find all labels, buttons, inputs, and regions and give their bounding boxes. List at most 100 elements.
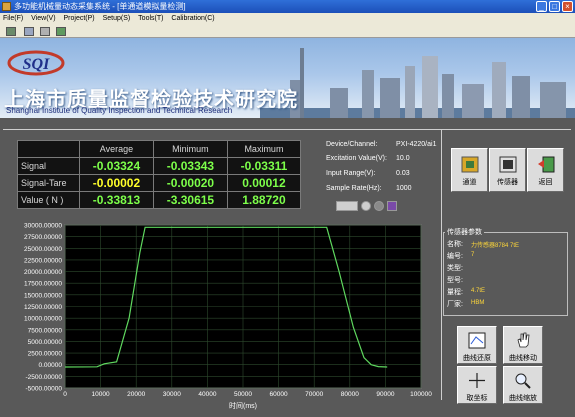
signal-icon[interactable] [336, 201, 358, 211]
sample-rate-label: Sample Rate(Hz): [326, 185, 382, 192]
banner-building [422, 56, 438, 118]
sample-rate-value: 1000 [396, 185, 412, 192]
channel-button-label: 通道 [462, 179, 477, 186]
x-tick-label: 60000 [270, 391, 288, 398]
x-tick-label: 50000 [234, 391, 252, 398]
signal-average: -0.03324 [79, 157, 154, 175]
channel-icon [461, 156, 478, 173]
banner-building [380, 78, 400, 118]
menu-view[interactable]: View(V) [28, 13, 58, 25]
device-channel-label: Device/Channel: [326, 141, 378, 148]
led-icon[interactable] [361, 201, 371, 211]
tare-maximum: 0.00012 [226, 174, 302, 192]
table-header: Minimum [152, 140, 228, 158]
main-window: 多功能机械量动态采集系统 - [单通道模拟量检测] _ □ × File(F) … [0, 0, 575, 417]
back-button[interactable]: 返回 [527, 148, 564, 192]
x-tick-label: 90000 [376, 391, 394, 398]
open-icon[interactable] [24, 27, 34, 36]
sensor-maker-label: 厂家: [447, 301, 463, 308]
table-header [17, 140, 80, 158]
y-tick-label: 0.00000 [39, 362, 63, 369]
close-button[interactable]: × [562, 1, 573, 12]
menu-calibration[interactable]: Calibration(C) [168, 13, 217, 25]
banner-building [330, 88, 348, 118]
y-tick-label: 2500.00000 [28, 351, 63, 358]
signal-minimum: -0.03343 [152, 157, 228, 175]
y-tick-label: 22500.00000 [24, 257, 62, 264]
maximize-button[interactable]: □ [549, 1, 560, 12]
sensor-id-value: 7 [471, 252, 475, 258]
palette-icon[interactable] [387, 201, 397, 211]
hand-icon [517, 332, 530, 348]
y-tick-label: 5000.00000 [28, 339, 63, 346]
banner-building [442, 74, 454, 118]
get-coordinate-button[interactable]: 取坐标 [457, 366, 497, 404]
toolbar [0, 25, 575, 38]
sensor-button-label: 传感器 [497, 179, 518, 186]
table-row: Signal-Tare -0.00002 -0.00020 0.00012 [17, 174, 302, 192]
x-tick-label: 100000 [410, 391, 432, 398]
row-label-signal-tare: Signal-Tare [17, 174, 80, 192]
x-tick-label: 70000 [305, 391, 323, 398]
restore-icon [468, 332, 486, 349]
curve-restore-button[interactable]: 曲线还原 [457, 326, 497, 364]
menu-project[interactable]: Project(P) [61, 13, 98, 25]
sensor-id-label: 编号: [447, 253, 463, 260]
y-tick-label: 17500.00000 [24, 281, 62, 288]
y-tick-label: -5000.00000 [25, 386, 62, 393]
table-row: Signal -0.03324 -0.03343 -0.03311 [17, 157, 302, 175]
sensor-type-label: 类型: [447, 265, 463, 272]
logo-text: SQI [23, 56, 50, 73]
menu-setup[interactable]: Setup(S) [100, 13, 134, 25]
sensor-name-value: 力传感器8784 7tE [471, 243, 520, 249]
stats-table: Average Minimum Maximum Signal -0.03324 … [17, 140, 302, 209]
title-bar[interactable]: 多功能机械量动态采集系统 - [单通道模拟量检测] _ □ × [0, 0, 575, 13]
magnifier-icon [515, 373, 531, 389]
exit-door-icon [537, 156, 554, 173]
menu-tools[interactable]: Tools(T) [135, 13, 166, 25]
banner-building [462, 84, 484, 118]
y-tick-label: 7500.00000 [28, 327, 63, 334]
y-tick-label: 25000.00000 [24, 246, 62, 253]
sensor-model-label: 型号: [447, 277, 463, 284]
app-icon [2, 2, 11, 11]
sensor-button[interactable]: 传感器 [489, 148, 526, 192]
export-icon[interactable] [56, 27, 66, 36]
divider [441, 130, 442, 400]
curve-zoom-label: 曲线缩放 [509, 395, 537, 402]
curve-restore-label: 曲线还原 [463, 355, 491, 362]
menu-file[interactable]: File(F) [0, 13, 26, 25]
banner-building [512, 76, 530, 118]
banner-building [492, 62, 506, 118]
sensor-range-value: 4.7tE [471, 288, 486, 294]
minimize-button[interactable]: _ [536, 1, 547, 12]
y-axis: -5000.00000 -2500.00000 0.00000 2500.00000 5… [24, 223, 62, 393]
channel-button[interactable]: 通道 [451, 148, 488, 192]
row-label-signal: Signal [17, 157, 80, 175]
y-tick-label: 12500.00000 [24, 304, 62, 311]
x-axis-label: 时间(ms) [229, 401, 257, 410]
y-tick-label: 10000.00000 [24, 316, 62, 323]
signal-maximum: -0.03311 [226, 157, 302, 175]
x-tick-label: 0 [63, 391, 67, 398]
menu-bar: File(F) View(V) Project(P) Setup(S) Tool… [0, 13, 575, 25]
table-header-row: Average Minimum Maximum [17, 140, 302, 158]
tv-tower-image [300, 48, 304, 118]
back-button-label: 返回 [538, 179, 553, 186]
sensor-range-label: 量程: [447, 289, 463, 296]
curve-zoom-button[interactable]: 曲线缩放 [503, 366, 543, 404]
curve-move-button[interactable]: 曲线移动 [503, 326, 543, 364]
print-icon[interactable] [40, 27, 50, 36]
save-icon[interactable] [6, 27, 16, 36]
y-tick-label: 30000.00000 [24, 223, 62, 230]
window-title: 多功能机械量动态采集系统 - [单通道模拟量检测] [14, 2, 186, 11]
sensor-maker-value: HBM [471, 300, 485, 306]
institute-en-title: Shanghai Institute of Quality Inspection… [6, 106, 233, 115]
excitation-label: Excitation Value(V): [326, 155, 387, 162]
y-tick-label: 20000.00000 [24, 269, 62, 276]
divider [3, 129, 571, 130]
curve-move-label: 曲线移动 [509, 355, 537, 362]
sensor-params-title: 传感器参数 [445, 227, 484, 237]
excitation-value: 10.0 [396, 155, 410, 162]
record-icon[interactable] [374, 201, 384, 211]
